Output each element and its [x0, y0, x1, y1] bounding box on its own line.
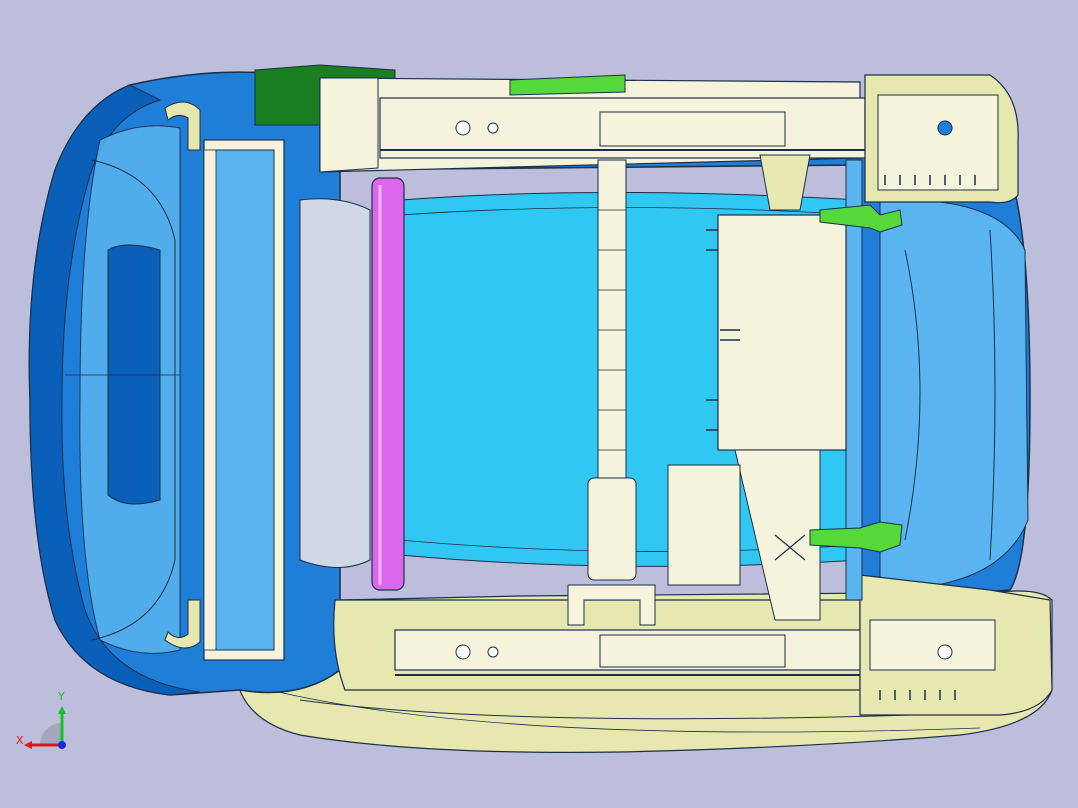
- center-shaft[interactable]: [597, 159, 627, 481]
- axis-triad-icon: X Y: [16, 690, 66, 749]
- rear-body-panel[interactable]: [879, 199, 1029, 591]
- top-rail-slot: [599, 111, 786, 147]
- bottom-rail-slot: [599, 634, 786, 668]
- bottom-latch-body[interactable]: [869, 619, 996, 671]
- top-green-bracket[interactable]: [509, 74, 626, 96]
- bolster-recess: [107, 244, 161, 505]
- y-axis-label: Y: [57, 690, 65, 703]
- latch-bolt-hole: [937, 644, 953, 660]
- front-strip-edge: [203, 149, 217, 651]
- cross-tube[interactable]: [371, 177, 405, 591]
- seat-assembly-model[interactable]: X Y: [0, 0, 1078, 808]
- cad-viewport[interactable]: X Y: [0, 0, 1078, 808]
- top-latch-body[interactable]: [877, 94, 999, 191]
- front-strip-inner: [213, 149, 275, 651]
- rail-bolt-hole: [487, 122, 499, 134]
- rail-bolt-hole: [487, 646, 499, 658]
- rail-bolt-hole: [455, 120, 471, 136]
- control-module[interactable]: [717, 214, 847, 451]
- inner-trim-panel[interactable]: [299, 198, 371, 568]
- rail-bolt-hole: [455, 644, 471, 660]
- x-axis-label: X: [16, 734, 24, 747]
- latch-bolt-hole: [937, 120, 953, 136]
- top-rail-cap[interactable]: [319, 77, 379, 173]
- actuator-cylinder[interactable]: [587, 477, 637, 581]
- block-spacer[interactable]: [667, 464, 741, 586]
